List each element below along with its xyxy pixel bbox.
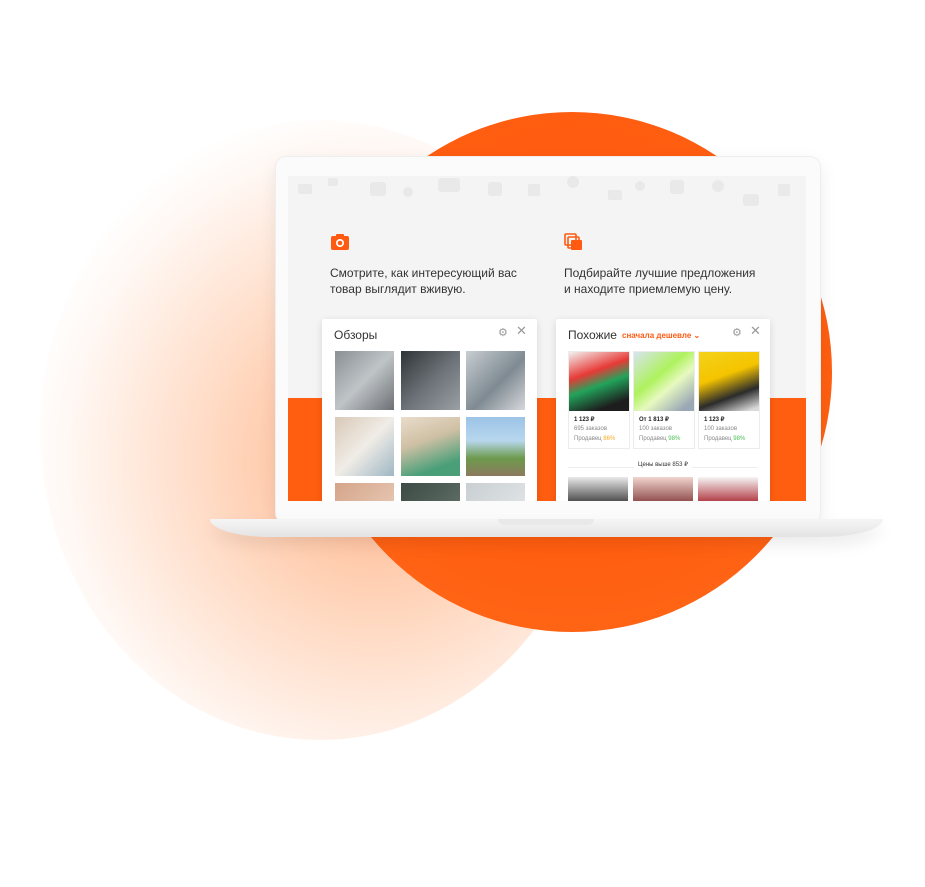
- seller-score: 86%: [603, 436, 616, 442]
- product-image: [634, 352, 694, 411]
- feature-similar-text: Подбирайте лучшие предложения и находите…: [564, 266, 756, 296]
- product-orders: 100 заказов: [704, 426, 737, 432]
- reviews-panel: Обзоры ⚙ ✕: [322, 319, 537, 501]
- review-photo[interactable]: [466, 351, 525, 410]
- review-photo[interactable]: [401, 351, 460, 410]
- review-photo[interactable]: [401, 483, 460, 501]
- close-icon[interactable]: ✕: [516, 324, 527, 337]
- review-photo[interactable]: [466, 417, 525, 476]
- product-card-thumb[interactable]: [568, 477, 628, 501]
- settings-gear-icon[interactable]: ⚙: [732, 327, 742, 339]
- laptop-screen: Смотрите, как интересующий вас товар выг…: [288, 176, 806, 501]
- product-seller: Продавец 98%: [639, 436, 681, 442]
- product-seller: Продавец 86%: [574, 436, 616, 442]
- icon-pattern-header: [298, 176, 790, 206]
- feature-reviews-text: Смотрите, как интересующий вас товар выг…: [330, 266, 517, 296]
- product-card-thumb[interactable]: [698, 477, 758, 501]
- laptop-notch: [498, 519, 594, 525]
- product-seller: Продавец 98%: [704, 436, 746, 442]
- product-orders: 695 заказов: [574, 426, 607, 432]
- product-image: [699, 352, 759, 411]
- higher-prices-label: Цены выше 853 ₽: [556, 461, 770, 468]
- review-photo[interactable]: [466, 483, 525, 501]
- product-card[interactable]: 1 123 ₽ 695 заказов Продавец 86%: [568, 351, 630, 449]
- close-icon[interactable]: ✕: [750, 324, 761, 337]
- product-orders: 100 заказов: [639, 426, 672, 432]
- similar-panel: Похожие сначала дешевле ⌄ ⚙ ✕ 1 123 ₽ 69…: [556, 319, 770, 501]
- sort-dropdown[interactable]: сначала дешевле ⌄: [622, 331, 700, 340]
- chevron-down-icon: ⌄: [693, 331, 701, 340]
- review-photo[interactable]: [335, 483, 394, 501]
- review-photo[interactable]: [335, 351, 394, 410]
- settings-gear-icon[interactable]: ⚙: [498, 327, 508, 339]
- review-photo[interactable]: [335, 417, 394, 476]
- product-card[interactable]: От 1 813 ₽ 100 заказов Продавец 98%: [633, 351, 695, 449]
- similar-panel-title: Похожие: [568, 328, 617, 342]
- seller-score: 98%: [668, 436, 681, 442]
- seller-score: 98%: [733, 436, 746, 442]
- reviews-panel-title: Обзоры: [334, 328, 378, 342]
- laptop-frame: Смотрите, как интересующий вас товар выг…: [276, 157, 820, 523]
- product-card-thumb[interactable]: [633, 477, 693, 501]
- product-price: От 1 813 ₽: [639, 417, 669, 423]
- product-price: 1 123 ₽: [704, 417, 725, 423]
- product-price: 1 123 ₽: [574, 417, 595, 423]
- camera-icon: [331, 234, 349, 250]
- product-image: [569, 352, 629, 411]
- copies-icon: [564, 233, 582, 250]
- review-photo[interactable]: [401, 417, 460, 476]
- product-card[interactable]: 1 123 ₽ 100 заказов Продавец 98%: [698, 351, 760, 449]
